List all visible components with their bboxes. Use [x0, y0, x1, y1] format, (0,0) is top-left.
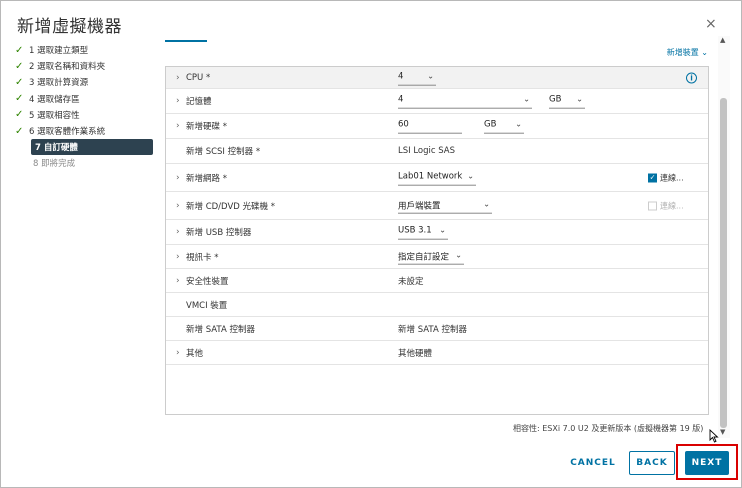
step-ready-to-complete: 8 即將完成	[33, 159, 76, 170]
wizard-steps: ✓ 1 選取建立類型 ✓ 2 選取名稱和資料夾 ✓ 3 選取計算資源 ✓ 4 選取儲存區…	[15, 42, 155, 172]
compatibility-text: 相容性: ESXi 7.0 U2 及更新版本 (虛擬機器第 19 版)	[513, 424, 704, 433]
row-memory: › 記憶體 4 ⌄ GB ⌄	[166, 89, 708, 114]
checkbox-checked-icon: ✓	[648, 173, 657, 182]
checkbox-unchecked-icon	[648, 201, 657, 210]
chevron-right-icon[interactable]: ›	[176, 73, 180, 83]
chevron-down-icon: ⌄	[523, 94, 530, 104]
row-security-device: › 安全性裝置 未設定	[166, 269, 708, 293]
step-guest-os[interactable]: ✓ 6 選取客體作業系統	[15, 123, 155, 139]
step-name-folder[interactable]: ✓ 2 選取名稱和資料夾	[15, 58, 155, 74]
row-usb-controller: › 新增 USB 控制器 USB 3.1 ⌄	[166, 220, 708, 245]
check-icon: ✓	[15, 60, 24, 72]
chevron-right-icon[interactable]: ›	[176, 201, 180, 211]
chevron-right-icon[interactable]: ›	[176, 96, 180, 106]
new-vm-dialog: 新增虛擬機器 × ✓ 1 選取建立類型 ✓ 2 選取名稱和資料夾 ✓ 3 選取計算資源…	[0, 0, 742, 488]
chevron-down-icon: ⌄	[439, 225, 446, 235]
chevron-down-icon: ⌄	[467, 171, 474, 181]
step-select-type[interactable]: ✓ 1 選取建立類型	[15, 42, 155, 58]
usb-select[interactable]: USB 3.1 ⌄	[398, 226, 448, 240]
check-icon: ✓	[15, 76, 24, 88]
chevron-down-icon: ⌄	[701, 48, 708, 57]
info-icon[interactable]: i	[686, 72, 697, 83]
back-button[interactable]: BACK	[629, 451, 675, 475]
row-hard-disk: › 新增硬碟 * 60 GB ⌄	[166, 114, 708, 139]
chevron-right-icon[interactable]: ›	[176, 348, 180, 358]
check-icon: ✓	[15, 93, 24, 105]
network-select[interactable]: Lab01 Network ⌄	[398, 171, 476, 186]
step-compatibility[interactable]: ✓ 5 選取相容性	[15, 107, 155, 123]
row-other: › 其他 其他硬體	[166, 341, 708, 365]
chevron-right-icon[interactable]: ›	[176, 252, 180, 262]
check-icon: ✓	[15, 109, 24, 121]
scroll-thumb[interactable]	[720, 98, 727, 428]
hardware-panel: 新增裝置 ⌄ › CPU * 4 ⌄ i › 記憶體 4 ⌄ GB ⌄ › 新增硬碟 …	[165, 35, 720, 425]
hardware-table: › CPU * 4 ⌄ i › 記憶體 4 ⌄ GB ⌄ › 新增硬碟 * 60 GB…	[165, 66, 709, 415]
check-icon: ✓	[15, 125, 24, 137]
row-video-card: › 視訊卡 * 指定自訂設定 ⌄	[166, 245, 708, 269]
row-network: › 新增網路 * Lab01 Network ⌄ ✓ 連線...	[166, 164, 708, 192]
disk-size-input[interactable]: 60	[398, 120, 462, 134]
chevron-right-icon[interactable]: ›	[176, 121, 180, 131]
row-scsi-controller: 新增 SCSI 控制器 * LSI Logic SAS	[166, 139, 708, 164]
tab-virtual-hardware[interactable]	[165, 40, 207, 42]
video-select[interactable]: 指定自訂設定 ⌄	[398, 250, 464, 265]
network-connect-checkbox[interactable]: ✓ 連線...	[648, 172, 684, 183]
disk-unit-select[interactable]: GB ⌄	[484, 120, 524, 134]
chevron-down-icon: ⌄	[455, 250, 462, 260]
cancel-button[interactable]: CANCEL	[567, 451, 619, 475]
close-icon[interactable]: ×	[705, 17, 717, 31]
dialog-title: 新增虛擬機器	[17, 17, 122, 37]
chevron-down-icon: ⌄	[576, 94, 583, 104]
chevron-right-icon[interactable]: ›	[176, 227, 180, 237]
chevron-down-icon: ⌄	[483, 199, 490, 209]
add-device-button[interactable]: 新增裝置 ⌄	[667, 47, 708, 58]
scroll-down-icon[interactable]: ▼	[720, 428, 725, 436]
row-sata-controller: 新增 SATA 控制器 新增 SATA 控制器	[166, 317, 708, 341]
cdrom-connect-checkbox: 連線...	[648, 200, 684, 211]
row-vmci-device: VMCI 裝置	[166, 293, 708, 317]
chevron-right-icon[interactable]: ›	[176, 276, 180, 286]
check-icon: ✓	[15, 44, 24, 56]
memory-unit-select[interactable]: GB ⌄	[549, 95, 585, 109]
step-compute-resource[interactable]: ✓ 3 選取計算資源	[15, 74, 155, 90]
cdrom-select[interactable]: 用戶端裝置 ⌄	[398, 199, 492, 214]
next-button-highlight	[676, 444, 738, 480]
chevron-down-icon: ⌄	[515, 119, 522, 129]
step-customize-hardware[interactable]: 7 自訂硬體	[31, 139, 153, 156]
mouse-pointer-icon	[709, 429, 719, 443]
row-cpu: › CPU * 4 ⌄ i	[166, 67, 708, 89]
row-cd-dvd: › 新增 CD/DVD 光碟機 * 用戶端裝置 ⌄ 連線...	[166, 192, 708, 220]
memory-input[interactable]: 4 ⌄	[398, 95, 532, 109]
step-storage[interactable]: ✓ 4 選取儲存區	[15, 91, 155, 107]
chevron-down-icon: ⌄	[427, 71, 434, 81]
scroll-up-icon[interactable]: ▲	[720, 36, 725, 44]
cpu-select[interactable]: 4 ⌄	[398, 71, 436, 86]
chevron-right-icon[interactable]: ›	[176, 173, 180, 183]
scrollbar[interactable]: ▲ ▼	[718, 36, 730, 438]
